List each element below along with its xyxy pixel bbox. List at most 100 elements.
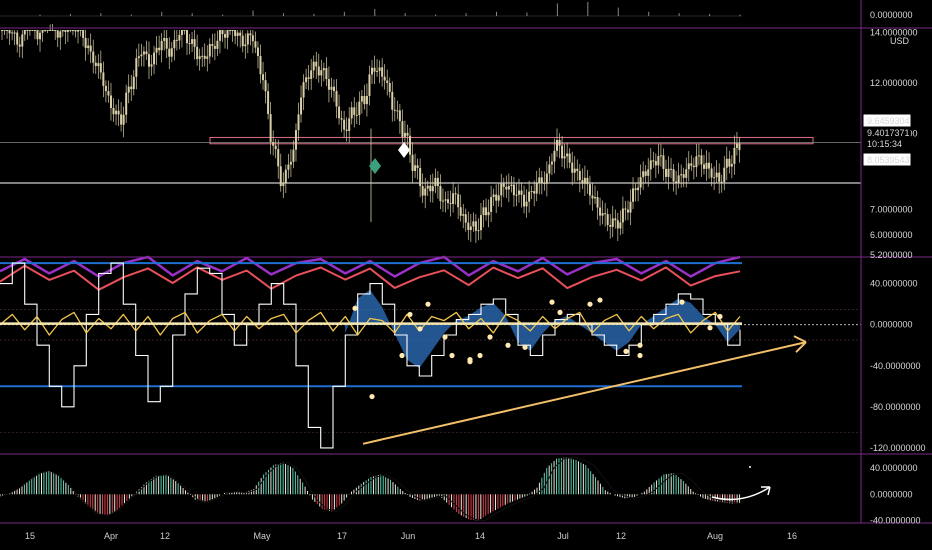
date-tick-label: 12: [160, 531, 170, 541]
candle-body: [36, 30, 39, 40]
candle-body: [411, 154, 414, 171]
signal-dot: [407, 311, 413, 318]
candle-body: [213, 46, 216, 49]
candle-body: [447, 199, 450, 203]
candle-body: [23, 30, 26, 35]
candle-body: [277, 149, 280, 167]
candle-body: [621, 208, 624, 223]
candle-body: [99, 63, 102, 73]
candle-body: [327, 79, 330, 90]
signal-dot: [597, 297, 603, 303]
date-tick-label: 15: [25, 531, 35, 541]
candle-body: [251, 35, 254, 42]
candle-body: [583, 177, 586, 184]
candle-body: [401, 121, 404, 137]
candle-body: [497, 195, 500, 201]
candle-body: [365, 95, 368, 105]
histogram-tick-label: -40.0000000: [870, 516, 921, 526]
signal-dot: [679, 299, 685, 305]
candle-body: [51, 30, 54, 31]
candle-body: [360, 96, 363, 102]
candle-body: [467, 222, 470, 230]
candle-body: [482, 207, 485, 216]
candle-body: [11, 32, 14, 34]
candle-body: [140, 54, 143, 57]
candle-body: [345, 129, 348, 131]
candle-body: [520, 190, 523, 195]
candle-body: [662, 155, 665, 169]
date-tick-label: Aug: [707, 531, 723, 541]
candle-body: [386, 80, 389, 83]
candle-body: [500, 183, 503, 196]
signal-dot: [549, 299, 555, 305]
date-tick-label: May: [253, 531, 271, 541]
candle-body: [708, 162, 711, 169]
histogram-tick-label: 40.0000000: [870, 463, 918, 473]
candle-body: [127, 86, 130, 93]
candle-body: [573, 168, 576, 173]
candle-body: [297, 114, 300, 131]
date-tick-label: Jun: [401, 531, 416, 541]
candle-body: [393, 109, 396, 111]
candle-body: [163, 38, 166, 41]
candle-body: [120, 114, 123, 125]
candle-body: [515, 194, 518, 196]
candle-body: [419, 167, 422, 187]
candle-body: [649, 160, 652, 170]
candle-body: [340, 118, 343, 120]
candle-body: [416, 165, 419, 168]
candle-body: [294, 130, 297, 150]
candle-body: [305, 77, 308, 83]
candle-body: [606, 214, 609, 226]
candle-body: [274, 145, 277, 150]
candle-body: [320, 70, 323, 76]
candle-body: [381, 67, 384, 77]
candle-body: [718, 172, 721, 182]
signal-dot: [637, 342, 643, 348]
candle-body: [343, 119, 346, 130]
candle-body: [639, 177, 642, 188]
candle-body: [441, 200, 444, 202]
candle-body: [723, 167, 726, 183]
candle-body: [533, 191, 536, 194]
candle-body: [224, 34, 227, 38]
candle-body: [74, 30, 77, 32]
candle-body: [363, 96, 366, 105]
candle-body: [414, 165, 417, 171]
candle-body: [378, 67, 381, 71]
candle-body: [145, 51, 148, 55]
candle-body: [102, 72, 105, 86]
candle-body: [59, 31, 62, 38]
candle-body: [672, 169, 675, 182]
candle-body: [469, 226, 472, 230]
candle-body: [464, 214, 467, 223]
candle-body: [236, 32, 239, 36]
candle-body: [368, 74, 371, 96]
candle-body: [510, 184, 513, 186]
candle-body: [444, 199, 447, 201]
price-marker-label: 9.4017371: [867, 128, 910, 138]
candle-body: [8, 30, 11, 34]
candle-body: [125, 92, 128, 115]
candle-body: [94, 62, 97, 67]
price-tick-label: 5.2000000: [870, 250, 913, 260]
candle-body: [477, 230, 480, 232]
trading-chart[interactable]: 0.000000014.000000012.000000010.00000007…: [0, 0, 932, 550]
candle-body: [332, 86, 335, 92]
candle-body: [203, 55, 206, 59]
oscillator-tick-label: -40.0000000: [870, 361, 921, 371]
candle-body: [279, 166, 282, 187]
candle-body: [601, 213, 604, 216]
candle-body: [71, 30, 74, 31]
candle-body: [49, 30, 52, 31]
candle-body: [208, 44, 211, 57]
candle-body: [373, 67, 376, 72]
candle-body: [226, 30, 229, 38]
candle-body: [596, 197, 599, 208]
candle-body: [449, 202, 452, 204]
candle-body: [64, 30, 67, 32]
candle-body: [61, 30, 64, 32]
candle-body: [150, 64, 153, 67]
candle-body: [538, 177, 541, 184]
candle-body: [436, 177, 439, 187]
